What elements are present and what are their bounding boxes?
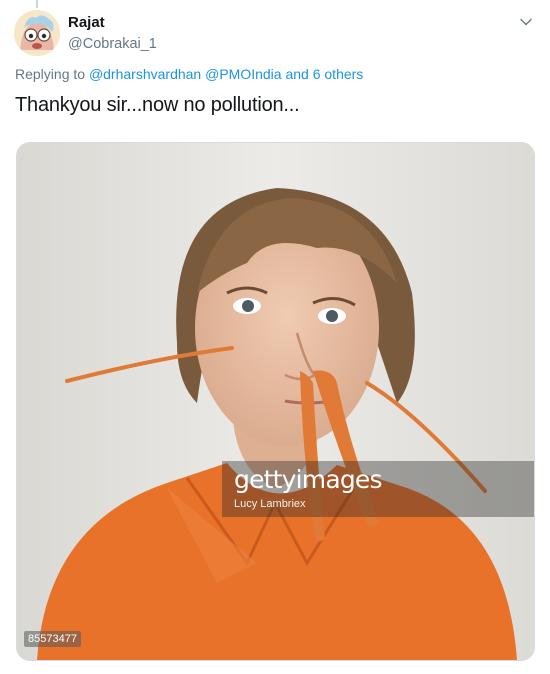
avatar[interactable] [14, 10, 60, 56]
tweet-text: Thankyou sir...now no pollution... [15, 94, 300, 116]
avatar-image [14, 10, 60, 56]
mention-link-pmoindia[interactable]: @PMOIndia [205, 66, 281, 82]
replying-prefix: Replying to [15, 66, 86, 82]
display-name[interactable]: Rajat [68, 14, 157, 32]
watermark-brand: gettyimages [234, 465, 383, 494]
photo-illustration [17, 143, 534, 660]
mention-link-drharshvardhan[interactable]: @drharshvardhan [89, 66, 201, 82]
image-id: 85573477 [24, 631, 81, 647]
others-link[interactable]: 6 others [313, 66, 364, 82]
watermark-credit: Lucy Lambriex [234, 498, 306, 510]
replying-joiner: and [285, 66, 309, 82]
user-info: Rajat @Cobrakai_1 [68, 14, 157, 53]
tweet: Rajat @Cobrakai_1 Replying to @drharshva… [0, 0, 550, 674]
chevron-down-icon[interactable] [518, 14, 534, 30]
user-handle[interactable]: @Cobrakai_1 [68, 35, 157, 53]
thread-connector-line [36, 0, 38, 8]
tweet-media-photo[interactable]: gettyimages Lucy Lambriex 85573477 [16, 142, 535, 661]
replying-to: Replying to @drharshvardhan @PMOIndia an… [15, 66, 363, 82]
